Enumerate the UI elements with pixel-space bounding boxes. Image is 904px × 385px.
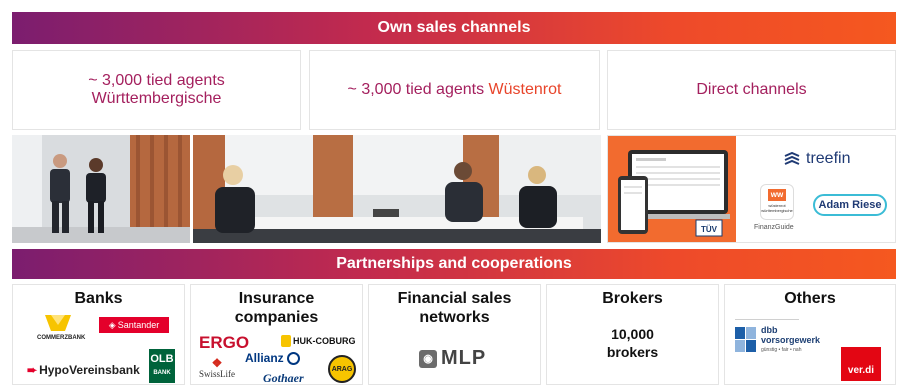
ww-badge: ww <box>768 189 786 201</box>
swisslife-text: SwissLife <box>199 369 235 379</box>
channel-box-wuerttembergische: ~ 3,000 tied agents Württembergische <box>12 50 301 130</box>
channel-box-brand: Wüstenrot <box>488 81 562 98</box>
financial-title-line1: Financial sales <box>397 290 512 307</box>
arag-text: ARAG <box>331 365 353 373</box>
own-sales-channels-header: Own sales channels <box>12 12 896 44</box>
hypovereinsbank-text: HypoVereinsbank <box>39 363 140 377</box>
svg-text:TÜV: TÜV <box>701 225 718 234</box>
laptop-mockup-icon: TÜV <box>618 150 730 237</box>
santander-text: Santander <box>117 320 160 330</box>
treefin-text: treefin <box>806 150 851 167</box>
santander-flame-icon: ◈ <box>108 319 116 330</box>
commerzbank-logo: COMMERZBANK <box>37 335 86 341</box>
ww-app-icon: ww wüstenrot württembergische <box>760 184 794 220</box>
financial-title-line2: networks <box>419 309 490 326</box>
mlp-circle-icon: ◉ <box>419 349 437 368</box>
dbb-blocks-icon <box>735 327 756 352</box>
santander-logo: ◈ Santander <box>99 317 169 333</box>
insurance-title-line1: Insurance <box>238 290 315 307</box>
allianz-logo: Allianz <box>245 351 300 365</box>
olb-logo: OLB BANK <box>149 349 175 383</box>
allianz-eagle-icon <box>286 351 300 365</box>
partnerships-title: Partnerships and cooperations <box>336 255 572 272</box>
others-title: Others <box>784 290 836 307</box>
own-sales-channels-title: Own sales channels <box>377 19 531 36</box>
brokers-title: Brokers <box>602 290 663 307</box>
allianz-text: Allianz <box>245 351 284 365</box>
gothaer-logo: Gothaer <box>263 371 304 385</box>
channel-box-wuestenrot: ~ 3,000 tied agents Wüstenrot <box>309 50 600 130</box>
adam-riese-text: Adam Riese <box>818 199 882 211</box>
dbb-slogan: günstig • fair • nah <box>761 347 802 353</box>
banks-title: Banks <box>74 290 123 307</box>
dbb-divider <box>735 319 799 320</box>
treefin-logo: treefin <box>784 150 850 168</box>
huk-coburg-logo: HUK-COBURG <box>281 335 356 347</box>
ww-text: wüstenrot württembergische <box>761 203 793 213</box>
partner-card-others: Others dbb vorsorgewerk günstig • fair •… <box>724 284 896 385</box>
partner-card-financial-networks: Financial sales networks ◉ MLP <box>368 284 541 385</box>
swisslife-logo: ❖ SwissLife <box>199 357 235 379</box>
brokers-label: brokers <box>606 344 659 360</box>
huk-shield-icon <box>281 335 291 347</box>
commerzbank-ribbon-icon <box>45 315 71 331</box>
partnerships-header: Partnerships and cooperations <box>12 249 896 279</box>
arag-logo: ARAG <box>328 355 356 383</box>
dbb-text: dbb <box>761 325 778 335</box>
mlp-text: MLP <box>441 347 487 369</box>
adam-riese-logo: Adam Riese <box>813 194 887 216</box>
hvb-arrow-icon: ➨ <box>27 363 38 377</box>
huk-coburg-text: HUK-COBURG <box>293 336 356 346</box>
channel-box-line1: ~ 3,000 tied agents <box>88 72 225 89</box>
swisslife-icon: ❖ <box>211 356 223 370</box>
photo-meeting-room <box>193 135 601 243</box>
channel-box-line2: Württembergische <box>91 90 222 107</box>
insurance-title-line2: companies <box>234 309 319 326</box>
partner-card-brokers: Brokers 10,000 brokers <box>546 284 719 385</box>
dbb-logo: dbb vorsorgewerk günstig • fair • nah <box>761 325 820 355</box>
olb-text: OLB <box>150 353 174 365</box>
channel-box-direct-label: Direct channels <box>696 81 807 98</box>
channel-box-direct: Direct channels <box>607 50 896 130</box>
treefin-icon <box>784 152 800 165</box>
brokers-count: 10,000 <box>611 326 654 342</box>
digital-channels-panel: TÜV treefin ww wüstenrot württembergisch… <box>607 135 896 243</box>
partner-card-insurance: Insurance companies ERGO HUK-COBURG Alli… <box>190 284 363 385</box>
hypovereinsbank-logo: ➨ HypoVereinsbank <box>27 363 140 377</box>
olb-bank-text: BANK <box>153 370 171 376</box>
partner-card-banks: Banks COMMERZBANK ◈ Santander ➨ HypoVerein… <box>12 284 185 385</box>
verdi-text: ver.di <box>847 365 875 376</box>
channel-box-prefix: ~ 3,000 tied agents <box>347 81 489 98</box>
ergo-logo: ERGO <box>199 333 250 352</box>
photo-walking-agents <box>12 135 190 243</box>
finanzguide-label: FinanzGuide <box>754 224 794 231</box>
dbb-vorsorgewerk-text: vorsorgewerk <box>761 335 821 345</box>
verdi-logo: ver.di <box>841 347 881 381</box>
mlp-logo: ◉ MLP <box>419 347 486 370</box>
